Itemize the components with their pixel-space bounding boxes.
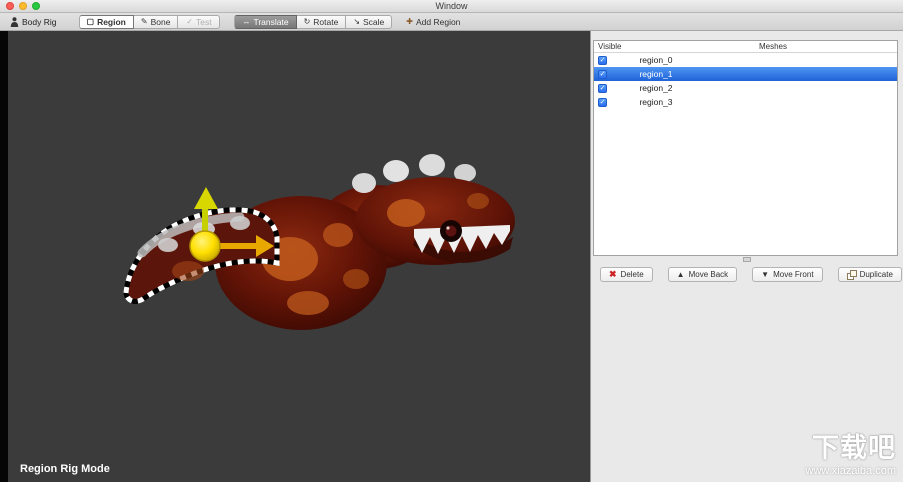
mesh-name: region_0 <box>639 55 673 65</box>
move-back-icon: ▲ <box>676 269 685 279</box>
gizmo-right-axis[interactable] <box>218 243 258 249</box>
add-region-button[interactable]: ✚ Add Region <box>406 17 460 27</box>
mesh-row-region-3[interactable]: ✓ region_3 <box>594 95 897 109</box>
mesh-name: region_2 <box>639 83 673 93</box>
mesh-row-region-1[interactable]: ✓ region_1 <box>594 67 897 81</box>
move-front-button[interactable]: ▼ Move Front <box>752 267 823 282</box>
duplicate-icon <box>846 270 857 280</box>
duplicate-button[interactable]: Duplicate <box>837 267 902 282</box>
visible-checkbox[interactable]: ✓ <box>598 83 607 93</box>
move-back-button[interactable]: ▲ Move Back <box>667 267 738 282</box>
mesh-list-header: Visible Meshes <box>594 41 897 53</box>
creature-illustration <box>123 154 515 330</box>
visible-checkbox[interactable]: ✓ <box>598 69 607 79</box>
mesh-name: region_1 <box>639 69 673 79</box>
watermark: 下载吧 www.xiazaiba.com <box>806 426 896 477</box>
toolbar: Body Rig ▢ Region ✎ Bone ✓ Test ↔ Transl… <box>0 13 903 31</box>
visible-checkbox[interactable]: ✓ <box>598 97 607 107</box>
scale-icon: ↘ <box>353 16 361 26</box>
move-front-label: Move Front <box>773 270 814 279</box>
region-button[interactable]: ▢ Region <box>78 14 134 29</box>
edit-mode-group: ▢ Region ✎ Bone ✓ Test <box>78 14 221 29</box>
mesh-actions: ✖ Delete ▲ Move Back ▼ Move Front Duplic… <box>591 262 903 282</box>
delete-button[interactable]: ✖ Delete <box>600 267 653 282</box>
body-rig-button[interactable]: Body Rig <box>10 17 57 27</box>
mesh-row-region-0[interactable]: ✓ region_0 <box>594 53 897 67</box>
mesh-row-region-2[interactable]: ✓ region_2 <box>594 81 897 95</box>
app-window: Window Body Rig ▢ Region ✎ Bone ✓ Test ↔… <box>0 0 903 482</box>
mesh-list: Visible Meshes ✓ region_0 ✓ region_1 ✓ r… <box>593 40 898 256</box>
watermark-title: 下载吧 <box>812 433 896 463</box>
body-rig-icon <box>10 16 19 27</box>
move-front-icon: ▼ <box>761 269 770 279</box>
mesh-name: region_3 <box>639 97 673 107</box>
translate-button[interactable]: ↔ Translate <box>234 14 297 29</box>
region-icon: ▢ <box>86 16 95 26</box>
test-icon: ✓ <box>186 16 193 26</box>
add-region-icon: ✚ <box>406 16 413 26</box>
translate-label: Translate <box>253 16 289 27</box>
window-title: Window <box>435 1 468 11</box>
gizmo-center-handle[interactable] <box>189 230 221 262</box>
bone-button[interactable]: ✎ Bone <box>133 14 179 29</box>
translate-icon: ↔ <box>242 16 251 26</box>
region-label: Region <box>97 16 126 27</box>
titlebar: Window <box>0 0 903 13</box>
add-region-label: Add Region <box>415 16 461 27</box>
body-rig-label: Body Rig <box>22 16 57 27</box>
side-panel: Visible Meshes ✓ region_0 ✓ region_1 ✓ r… <box>590 31 903 482</box>
transform-group: ↔ Translate ↻ Rotate ↘ Scale <box>234 14 393 29</box>
scale-button[interactable]: ↘ Scale <box>346 14 393 29</box>
rotate-button[interactable]: ↻ Rotate <box>296 14 347 29</box>
delete-icon: ✖ <box>609 269 617 279</box>
rotate-icon: ↻ <box>303 16 311 26</box>
meshes-column-header: Meshes <box>758 42 787 51</box>
move-back-label: Move Back <box>688 270 729 279</box>
test-label: Test <box>195 16 212 27</box>
visible-checkbox[interactable]: ✓ <box>598 55 607 65</box>
bone-label: Bone <box>150 16 171 27</box>
duplicate-label: Duplicate <box>859 270 893 279</box>
gizmo-up-arrowhead[interactable] <box>194 187 218 209</box>
rotate-label: Rotate <box>313 16 339 27</box>
viewport-canvas[interactable]: Region Rig Mode <box>0 31 590 482</box>
scale-label: Scale <box>363 16 385 27</box>
watermark-url: www.xiazaiba.com <box>805 465 896 477</box>
bone-icon: ✎ <box>140 16 148 26</box>
test-button[interactable]: ✓ Test <box>178 14 221 29</box>
delete-label: Delete <box>620 270 644 279</box>
mode-label: Region Rig Mode <box>20 463 110 475</box>
visible-column-header: Visible <box>598 42 622 51</box>
content: Region Rig Mode Visible Meshes ✓ region_… <box>0 31 903 482</box>
